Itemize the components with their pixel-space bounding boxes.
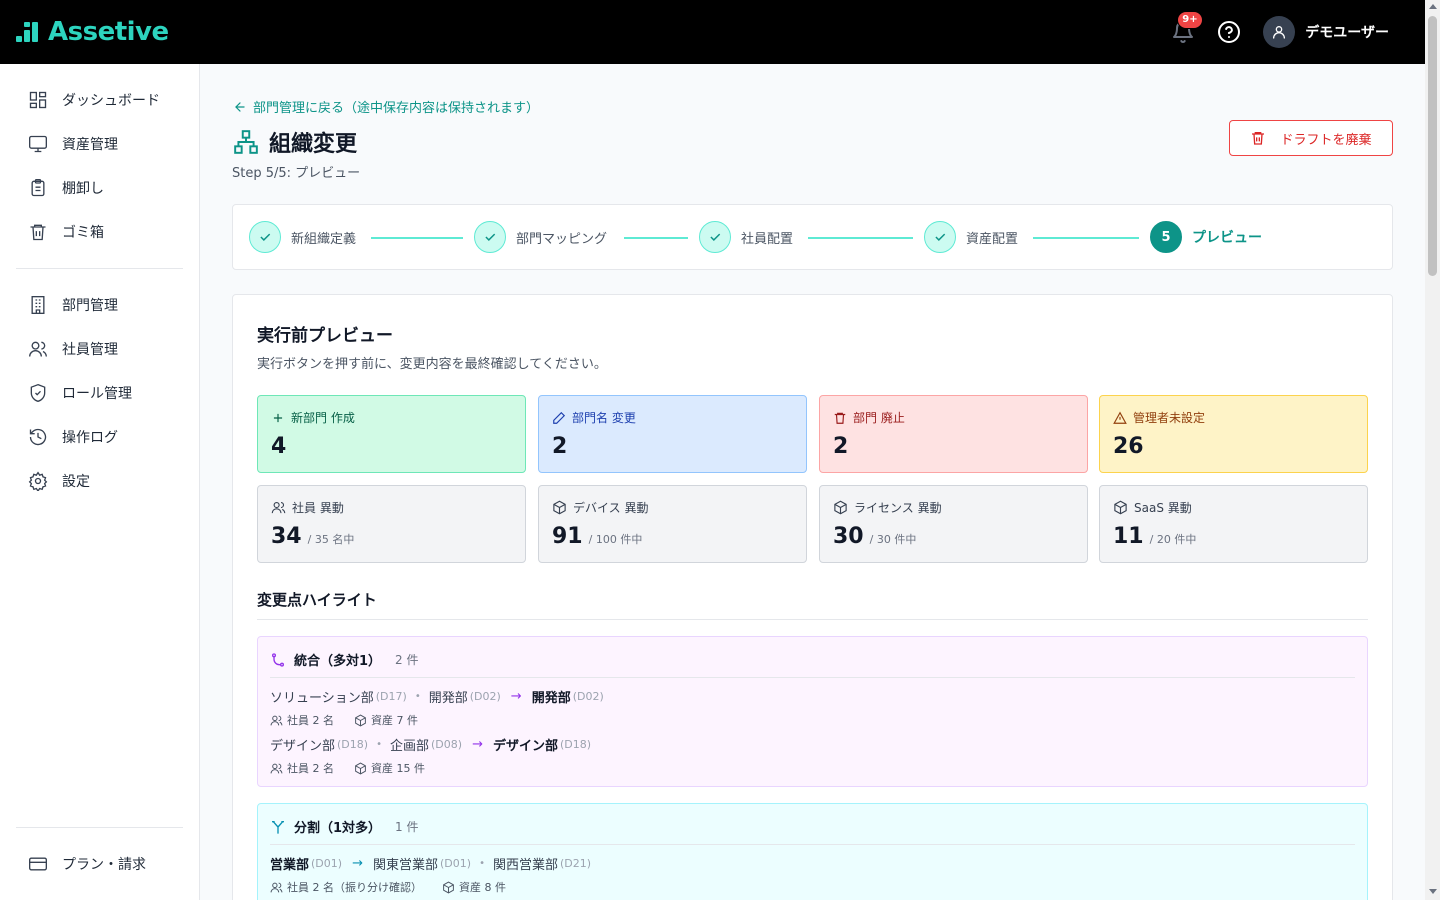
step-dept-mapping[interactable]: 部門マッピング (474, 221, 607, 253)
trash-icon (834, 412, 846, 424)
check-icon (935, 233, 946, 241)
sidebar-item-departments[interactable]: 部門管理 (28, 294, 118, 316)
sidebar-item-settings[interactable]: 設定 (28, 470, 90, 492)
monitor-icon (29, 135, 47, 153)
step-new-org[interactable]: 新組織定義 (249, 221, 356, 253)
sidebar-item-assets[interactable]: 資産管理 (28, 133, 118, 155)
clipboard-icon (31, 179, 45, 197)
page-scrollbar[interactable] (1425, 0, 1440, 900)
user-icon (1273, 26, 1286, 39)
box-icon (1114, 500, 1127, 515)
logo-mark-icon (16, 20, 40, 44)
trash-icon (1252, 132, 1265, 145)
warning-icon (1113, 411, 1127, 424)
sidebar-item-billing[interactable]: プラン・請求 (28, 853, 146, 875)
stat-no-manager: 管理者未設定 26 (1099, 395, 1368, 473)
split-row: 営業部 (D01) → 関東営業部 (D01) • 関西営業部 (D21) (270, 856, 592, 873)
arrow-right-icon: → (472, 737, 483, 752)
split-icon (272, 820, 284, 834)
main-content: 部門管理に戻る（途中保存内容は保持されます） 組織変更 Step 5/5: プレ… (200, 64, 1425, 900)
stat-license-transfers: ライセンス 異動 30/ 30 件中 (819, 485, 1088, 563)
sidebar-item-employees[interactable]: 社員管理 (28, 338, 118, 360)
stat-new-departments: 新部門 作成 4 (257, 395, 526, 473)
stat-abolished-departments: 部門 廃止 2 (819, 395, 1088, 473)
users-icon (270, 715, 283, 725)
stat-device-transfers: デバイス 異動 91/ 100 件中 (538, 485, 807, 563)
step-label: Step 5/5: プレビュー (232, 166, 361, 181)
notification-badge: 9+ (1177, 11, 1203, 29)
back-link[interactable]: 部門管理に戻る（途中保存内容は保持されます） (233, 97, 539, 116)
sidebar-divider-bottom (16, 827, 183, 828)
scroll-up-icon[interactable] (1429, 4, 1437, 9)
merge-row: ソリューション部 (D17) • 開発部 (D02) → 開発部 (D02) (270, 689, 604, 706)
sidebar-divider (16, 268, 183, 269)
sidebar-item-logs[interactable]: 操作ログ (28, 426, 118, 448)
discard-draft-button[interactable]: ドラフトを廃棄 (1229, 120, 1393, 156)
logo-text: Assetive (48, 17, 169, 47)
merge-highlight: 統合（多対1） 2 件 ソリューション部 (D17) • 開発部 (D02) → 開… (257, 636, 1368, 787)
step-asset-placement[interactable]: 資産配置 (924, 221, 1018, 253)
notification-button[interactable]: 9+ (1171, 11, 1203, 44)
box-icon (553, 500, 566, 515)
merge-icon (272, 652, 284, 667)
page-title: 組織変更 (233, 126, 357, 158)
org-chart-icon (234, 130, 258, 154)
box-icon (443, 881, 454, 893)
wizard-stepper: 新組織定義 部門マッピング 社員配置 資産配置 5 プレビュー (232, 204, 1393, 270)
credit-card-icon (29, 857, 47, 871)
trash-icon (30, 224, 46, 241)
gear-icon (28, 471, 48, 491)
stat-saas-transfers: SaaS 異動 11/ 20 件中 (1099, 485, 1368, 563)
pencil-icon (553, 411, 566, 424)
preview-title: 実行前プレビュー (257, 326, 393, 346)
arrow-right-icon: → (352, 856, 363, 871)
app-header: Assetive 9+ デモユーザー (0, 0, 1425, 64)
building-icon (31, 296, 45, 314)
users-icon (270, 882, 283, 892)
users-icon (271, 501, 286, 514)
sidebar-item-trash[interactable]: ゴミ箱 (28, 221, 104, 243)
sidebar-item-roles[interactable]: ロール管理 (28, 382, 132, 404)
users-icon (29, 341, 47, 357)
dashboard-icon (29, 91, 47, 109)
preview-description: 実行ボタンを押す前に、変更内容を最終確認してください。 (257, 357, 607, 372)
avatar (1263, 16, 1296, 48)
check-icon (260, 233, 271, 241)
sidebar-item-dashboard[interactable]: ダッシュボード (28, 89, 160, 111)
preview-card: 実行前プレビュー 実行ボタンを押す前に、変更内容を最終確認してください。 新部門… (232, 294, 1393, 900)
users-icon (270, 763, 283, 773)
merge-row: デザイン部 (D18) • 企画部 (D08) → デザイン部 (D18) (270, 737, 592, 754)
user-name: デモユーザー (1305, 25, 1389, 41)
arrow-left-icon (235, 101, 245, 112)
highlights-title: 変更点ハイライト (257, 591, 377, 609)
scroll-thumb[interactable] (1428, 16, 1437, 276)
shield-icon (30, 383, 46, 403)
plus-icon (273, 413, 283, 422)
arrow-right-icon: → (510, 689, 522, 704)
step-employee-placement[interactable]: 社員配置 (699, 221, 793, 253)
check-icon (485, 233, 496, 241)
logo[interactable]: Assetive (16, 17, 169, 47)
stat-employee-transfers: 社員 異動 34/ 35 名中 (257, 485, 526, 563)
box-icon (355, 714, 366, 726)
sidebar-item-inventory[interactable]: 棚卸し (28, 177, 104, 199)
split-highlight: 分割（1対多） 1 件 営業部 (D01) → 関東営業部 (D01) • 関西営業… (257, 803, 1368, 900)
user-menu[interactable]: デモユーザー (1263, 16, 1389, 48)
history-icon (29, 428, 47, 446)
box-icon (834, 500, 847, 515)
step-preview[interactable]: 5 プレビュー (1150, 221, 1262, 253)
stat-renamed-departments: 部門名 変更 2 (538, 395, 807, 473)
sidebar: ダッシュボード 資産管理 棚卸し ゴミ箱 部門管理 社員管理 ロール管理 操作ロ… (0, 64, 200, 900)
scroll-down-icon[interactable] (1429, 889, 1437, 894)
box-icon (355, 762, 366, 774)
help-icon[interactable] (1217, 20, 1241, 44)
check-icon (710, 233, 721, 241)
